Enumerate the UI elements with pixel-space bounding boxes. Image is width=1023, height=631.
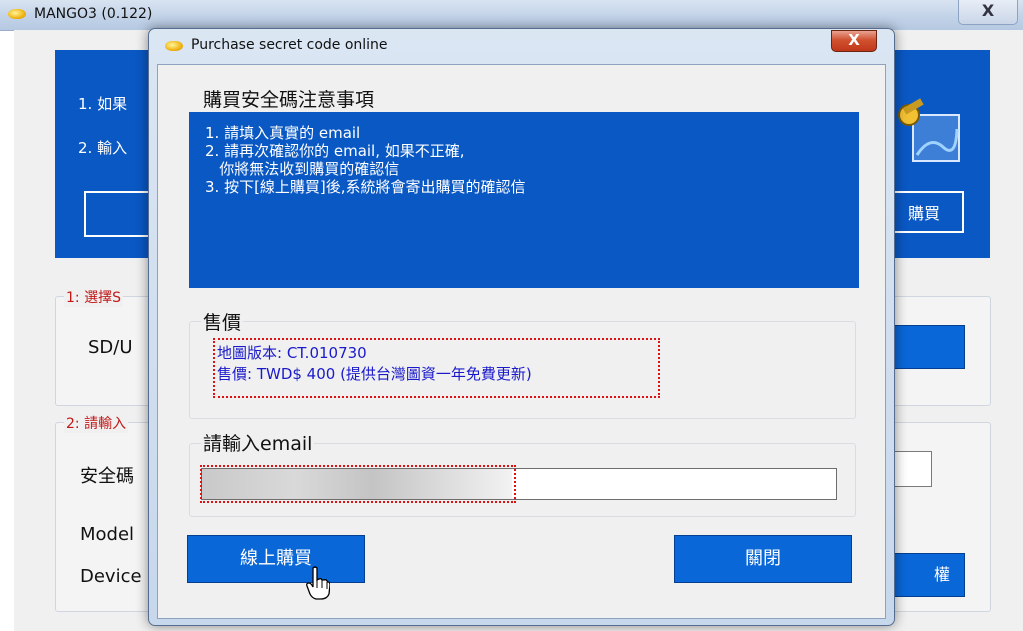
- storage-field-label: SD/U: [88, 337, 133, 358]
- security-code-input[interactable]: [894, 451, 932, 487]
- price-text: 售價: TWD$ 400 (提供台灣圖資一年免費更新): [217, 365, 532, 383]
- email-group-label: 請輸入email: [201, 429, 315, 456]
- close-button[interactable]: 關閉: [674, 535, 852, 583]
- banner-step-1: 1. 如果: [78, 95, 128, 113]
- main-close-button[interactable]: X: [958, 0, 1018, 25]
- main-window-title: MANGO3 (0.122): [34, 6, 153, 22]
- notice-line-3: 你將無法收到購買的確認信: [205, 160, 400, 178]
- dialog-title: Purchase secret code online: [191, 37, 388, 53]
- mango-app-icon: [165, 41, 183, 51]
- notice-panel: 1. 請填入真實的 email 2. 請再次確認你的 email, 如果不正確,…: [189, 112, 859, 288]
- price-group-label: 售價: [201, 308, 244, 335]
- device-label: Device: [80, 566, 142, 587]
- security-code-label: 安全碼: [80, 466, 134, 487]
- map-version-text: 地圖版本: CT.010730: [217, 344, 367, 362]
- dialog-close-button[interactable]: X: [831, 30, 877, 52]
- email-highlight-box: [200, 465, 516, 503]
- notice-title: 購買安全碼注意事項: [203, 89, 375, 111]
- notice-line-4: 3. 按下[線上購買]後,系統將會寄出購買的確認信: [205, 178, 526, 196]
- buy-online-button[interactable]: 線上購買: [187, 535, 365, 583]
- notice-line-1: 1. 請填入真實的 email: [205, 124, 361, 142]
- gps-map-icon: [898, 98, 960, 162]
- banner-step-2: 2. 輸入: [78, 139, 128, 157]
- mango-app-icon: [8, 9, 26, 19]
- hand-cursor-icon: [306, 566, 330, 600]
- section-2-label: 2: 請輸入: [64, 413, 129, 433]
- section-1-label: 1: 選擇S: [64, 287, 123, 307]
- purchase-dialog: Purchase secret code online X 購買安全碼注意事項 …: [148, 28, 895, 626]
- main-title-bar: MANGO3 (0.122) X: [0, 0, 1023, 31]
- notice-line-2: 2. 請再次確認你的 email, 如果不正確,: [205, 142, 465, 160]
- model-label: Model: [80, 524, 135, 545]
